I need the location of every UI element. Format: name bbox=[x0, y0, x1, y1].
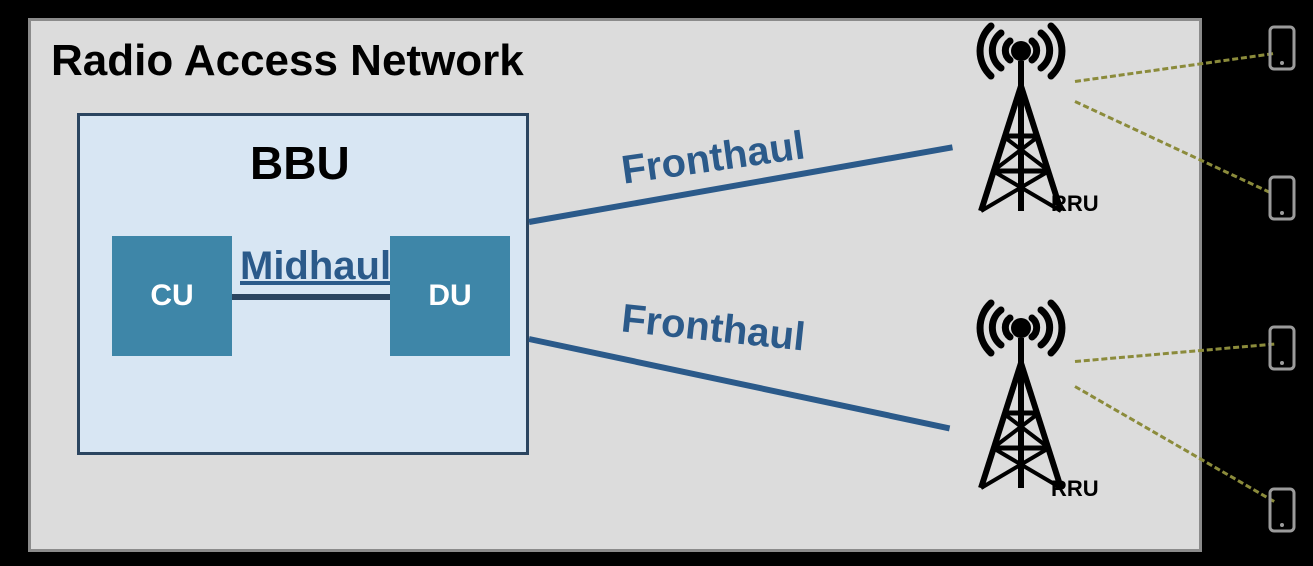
rru-label-1: RRU bbox=[1051, 191, 1099, 217]
device-icon-1 bbox=[1267, 25, 1303, 73]
bbu-title: BBU bbox=[250, 136, 350, 190]
ran-title: Radio Access Network bbox=[51, 36, 524, 86]
midhaul-line bbox=[232, 294, 390, 300]
tower-icon-2 bbox=[951, 293, 1091, 493]
fronthaul-label-2: Fronthaul bbox=[619, 296, 807, 360]
device-icon-2 bbox=[1267, 175, 1303, 223]
rru-label-2: RRU bbox=[1051, 476, 1099, 502]
device-icon-4 bbox=[1267, 487, 1303, 535]
device-icon-3 bbox=[1267, 325, 1303, 373]
du-label: DU bbox=[428, 279, 471, 313]
ran-container: Radio Access Network BBU CU Midhaul DU F… bbox=[28, 18, 1202, 552]
bbu-container: BBU CU Midhaul DU bbox=[77, 113, 529, 455]
midhaul-label: Midhaul bbox=[240, 244, 391, 289]
cu-box: CU bbox=[112, 236, 232, 356]
du-box: DU bbox=[390, 236, 510, 356]
cu-label: CU bbox=[150, 279, 193, 313]
fronthaul-label-1: Fronthaul bbox=[619, 123, 808, 193]
tower-icon-1 bbox=[951, 16, 1091, 216]
